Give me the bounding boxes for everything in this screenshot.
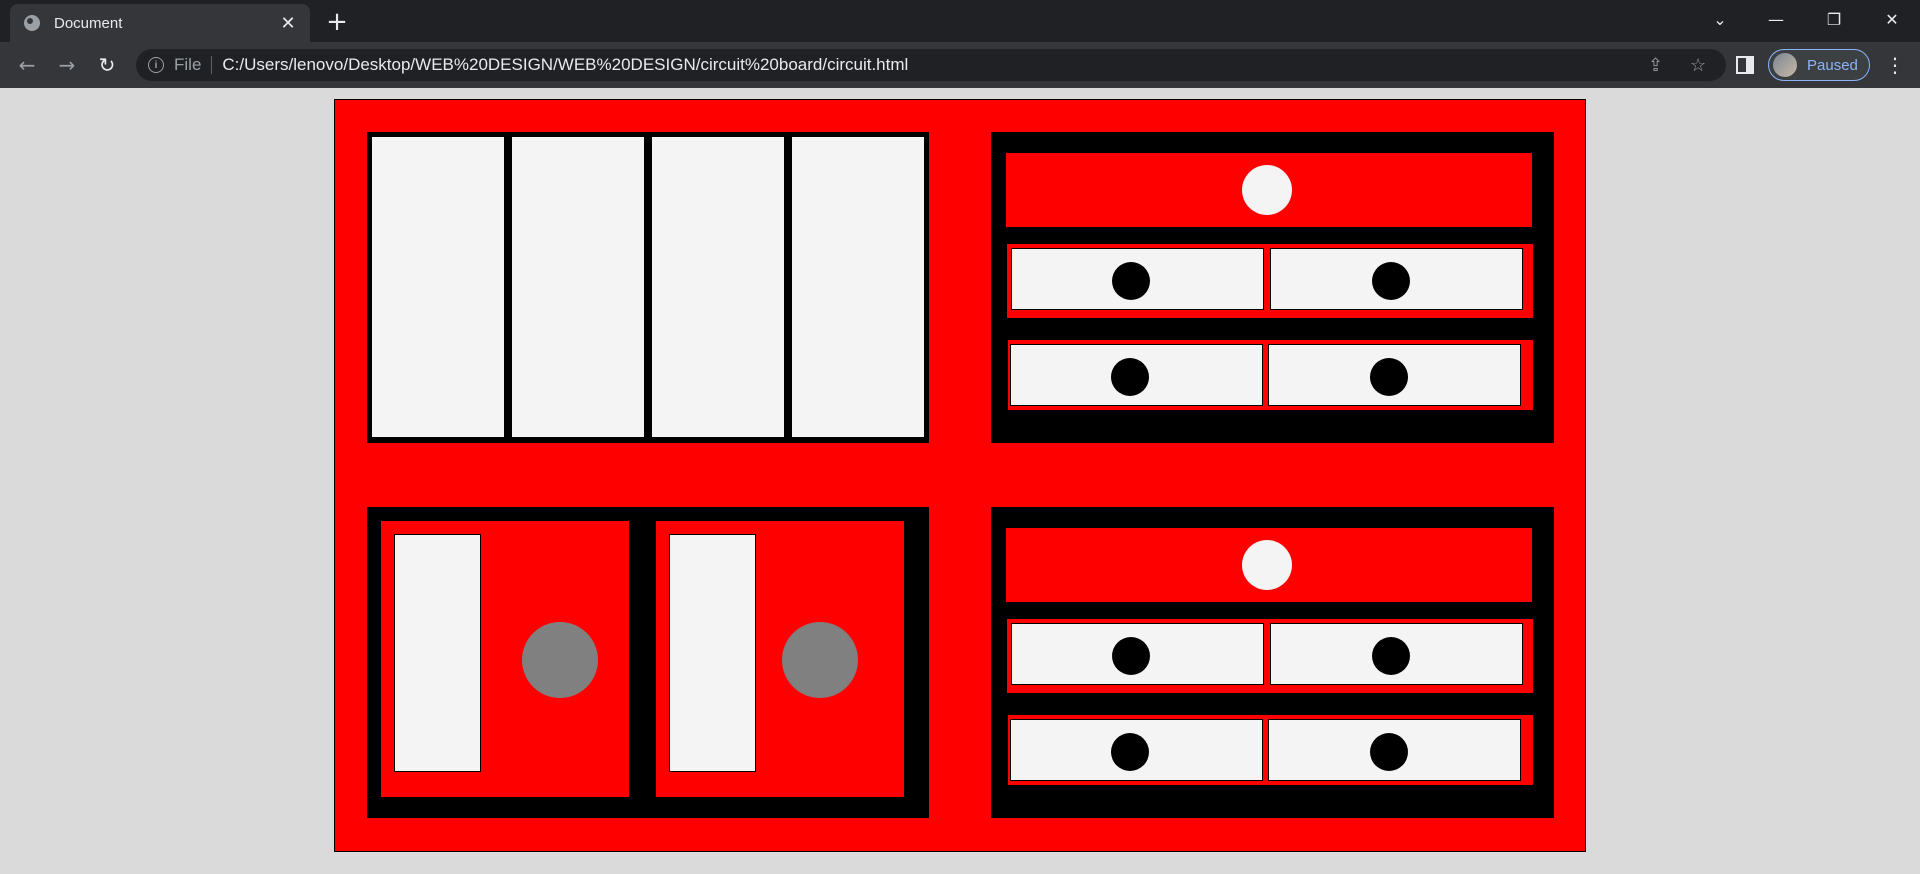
knob	[522, 622, 598, 698]
menu-icon[interactable]: ⋮	[1880, 50, 1910, 80]
avatar	[1773, 53, 1797, 77]
switch-row	[1007, 244, 1533, 318]
circuit-board	[334, 99, 1586, 852]
slot-panel	[652, 137, 784, 437]
profile-button[interactable]: Paused	[1768, 49, 1870, 81]
switch-panel	[1268, 719, 1521, 781]
slot-module	[367, 132, 929, 443]
side-panel-icon[interactable]	[1736, 56, 1754, 74]
window-close-icon[interactable]: ✕	[1864, 0, 1920, 38]
url-scheme: File	[174, 55, 202, 74]
switch-dot	[1372, 637, 1410, 675]
switch-panel	[1268, 344, 1521, 406]
indicator-bar	[1006, 153, 1532, 227]
tab-document[interactable]: Document ✕	[10, 4, 310, 42]
fader-panel	[669, 534, 756, 772]
knob-module	[367, 507, 929, 818]
reload-icon[interactable]: ↻	[92, 50, 122, 80]
profile-status: Paused	[1807, 56, 1858, 74]
switch-panel	[1010, 719, 1263, 781]
tab-strip: Document ✕ + ⌄ — ❐ ✕	[0, 0, 1920, 42]
switch-dot	[1370, 358, 1408, 396]
indicator-light	[1242, 165, 1292, 215]
switch-dot	[1372, 262, 1410, 300]
switch-dot	[1112, 637, 1150, 675]
switch-row	[1008, 340, 1533, 410]
fader-panel	[394, 534, 481, 772]
globe-icon	[24, 15, 40, 31]
new-tab-button[interactable]: +	[322, 8, 352, 38]
slot-panel	[792, 137, 924, 437]
browser-toolbar: ← → ↻ i File C:/Users/lenovo/Desktop/WEB…	[0, 42, 1920, 88]
switch-dot	[1112, 262, 1150, 300]
switch-panel	[1270, 248, 1523, 310]
switch-panel	[1270, 623, 1523, 685]
tab-title: Document	[54, 14, 123, 32]
switch-panel	[1010, 344, 1263, 406]
minimize-icon[interactable]: —	[1748, 0, 1804, 38]
slot-panel	[512, 137, 644, 437]
url-text[interactable]: C:/Users/lenovo/Desktop/WEB%20DESIGN/WEB…	[222, 55, 908, 75]
address-bar[interactable]: i File C:/Users/lenovo/Desktop/WEB%20DES…	[136, 49, 1726, 81]
switch-dot	[1111, 358, 1149, 396]
slot-panel	[372, 137, 504, 437]
knob	[782, 622, 858, 698]
switch-row	[1008, 715, 1533, 785]
switch-row	[1007, 619, 1533, 693]
switch-module-bottom	[991, 507, 1554, 818]
switch-panel	[1011, 623, 1264, 685]
back-icon[interactable]: ←	[12, 50, 42, 80]
switch-module-top	[991, 132, 1554, 443]
restore-icon[interactable]: ❐	[1806, 0, 1862, 38]
url-separator	[211, 56, 213, 74]
tab-search-icon[interactable]: ⌄	[1692, 0, 1748, 38]
indicator-bar	[1006, 528, 1532, 602]
knob-unit	[381, 521, 629, 797]
bookmark-star-icon[interactable]: ☆	[1690, 49, 1706, 81]
close-tab-icon[interactable]: ✕	[278, 13, 298, 33]
indicator-light	[1242, 540, 1292, 590]
share-icon[interactable]: ⇪	[1648, 49, 1663, 81]
forward-icon[interactable]: →	[52, 50, 82, 80]
switch-dot	[1370, 733, 1408, 771]
switch-panel	[1011, 248, 1264, 310]
knob-unit	[656, 521, 904, 797]
info-icon[interactable]: i	[148, 57, 164, 73]
switch-dot	[1111, 733, 1149, 771]
